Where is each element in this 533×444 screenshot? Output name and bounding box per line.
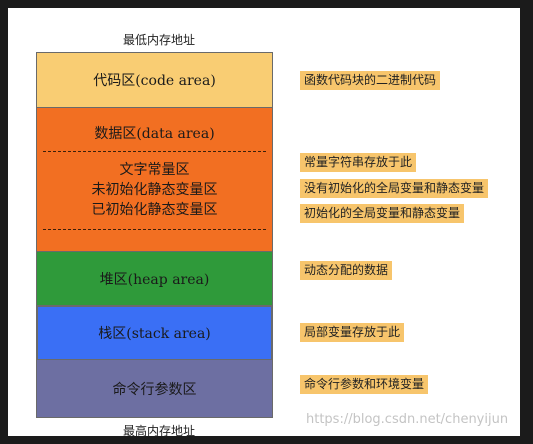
data-area-divider-bottom bbox=[43, 229, 266, 230]
cmdline-args-segment: 命令行参数区 bbox=[37, 360, 272, 417]
code-area-segment: 代码区(code area) bbox=[37, 53, 272, 108]
code-area-label: 代码区(code area) bbox=[93, 73, 216, 89]
lowest-address-label: 最低内存地址 bbox=[122, 33, 195, 47]
diagram-frame: 最低内存地址 代码区(code area) 数据区(data area) 文字常… bbox=[8, 8, 520, 438]
stack-area-segment: 栈区(stack area) bbox=[37, 306, 272, 360]
note-cmdline: 命令行参数和环境变量 bbox=[300, 375, 429, 394]
data-area-segment: 数据区(data area) 文字常量区 未初始化静态变量区 已初始化静态变量区 bbox=[37, 108, 272, 252]
heap-area-label: 堆区(heap area) bbox=[99, 271, 210, 288]
data-area-label: 数据区(data area) bbox=[94, 126, 215, 142]
const-string-region-label: 文字常量区 bbox=[119, 162, 190, 178]
note-heap: 动态分配的数据 bbox=[300, 261, 393, 280]
heap-area-segment: 堆区(heap area) bbox=[37, 252, 272, 306]
highest-address-label: 最高内存地址 bbox=[122, 424, 195, 438]
bss-region-label: 未初始化静态变量区 bbox=[91, 182, 218, 198]
note-uninitialized-vars: 没有初始化的全局变量和静态变量 bbox=[300, 179, 489, 198]
note-const-strings: 常量字符串存放于此 bbox=[300, 153, 417, 172]
note-initialized-vars: 初始化的全局变量和静态变量 bbox=[300, 204, 465, 223]
note-code-area: 函数代码块的二进制代码 bbox=[300, 71, 441, 90]
stack-area-label: 栈区(stack area) bbox=[98, 326, 211, 342]
data-area-divider-top bbox=[43, 151, 266, 152]
initialized-data-region-label: 已初始化静态变量区 bbox=[91, 202, 218, 218]
memory-layout-stack: 代码区(code area) 数据区(data area) 文字常量区 未初始化… bbox=[36, 52, 273, 418]
cmdline-args-label: 命令行参数区 bbox=[112, 381, 197, 398]
watermark: https://blog.csdn.net/chenyijun bbox=[306, 412, 509, 427]
note-stack: 局部变量存放于此 bbox=[300, 323, 405, 342]
data-area-subregions: 文字常量区 未初始化静态变量区 已初始化静态变量区 bbox=[37, 160, 272, 220]
